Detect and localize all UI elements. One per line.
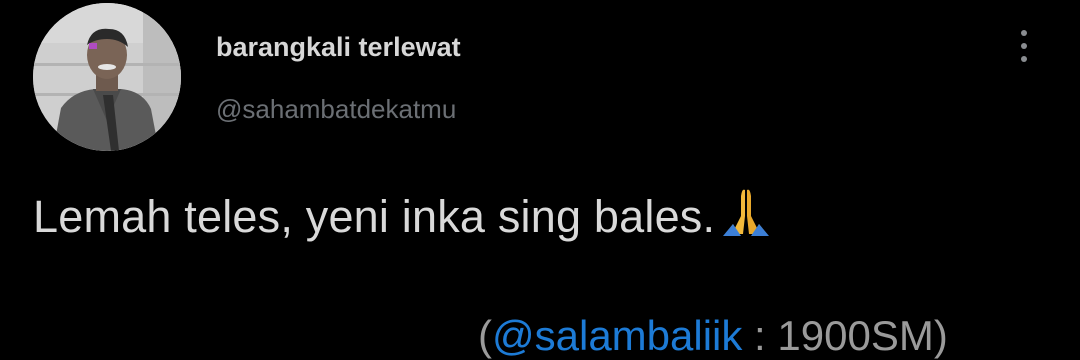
avatar-photo <box>33 3 181 151</box>
credit-line: (@salambaliik : 1900SM) <box>478 312 948 360</box>
more-vertical-icon-dot <box>1021 56 1027 62</box>
more-vertical-icon <box>1021 30 1027 36</box>
avatar[interactable] <box>33 3 181 151</box>
credit-rest: : 1900SM) <box>742 312 948 359</box>
user-handle[interactable]: @sahambatdekatmu <box>216 94 456 125</box>
more-options-button[interactable] <box>1006 26 1042 66</box>
credit-open: ( <box>478 312 492 359</box>
tweet-text: Lemah teles, yeni inka sing bales. <box>33 186 771 247</box>
more-vertical-icon-dot <box>1021 43 1027 49</box>
tweet-card: barangkali terlewat @sahambatdekatmu Lem… <box>0 0 1080 360</box>
credit-mention-link[interactable]: @salambaliik <box>492 312 742 359</box>
folded-hands-icon <box>721 186 771 247</box>
display-name[interactable]: barangkali terlewat <box>216 32 461 63</box>
tweet-text-content: Lemah teles, yeni inka sing bales. <box>33 191 716 242</box>
